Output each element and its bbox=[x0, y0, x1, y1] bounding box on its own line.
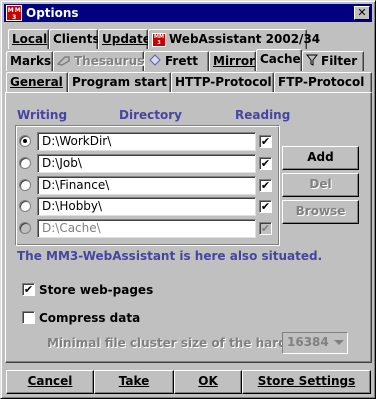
tab-marks[interactable]: Marks bbox=[6, 51, 53, 71]
directory-header: Directory bbox=[119, 108, 182, 122]
tab-label: Clients bbox=[53, 32, 100, 46]
tab-program-start[interactable]: Program start bbox=[68, 72, 171, 92]
store-settings-label: Store Settings bbox=[257, 374, 356, 388]
frett-icon bbox=[148, 53, 162, 71]
tab-ftp-protocol[interactable]: FTP-Protocol bbox=[274, 72, 372, 92]
tab-thesaurus[interactable]: Thesaurus bbox=[53, 51, 144, 71]
chevron-down-icon bbox=[334, 340, 344, 345]
close-button[interactable]: ✕ bbox=[354, 6, 370, 20]
tab-label: Thesaurus bbox=[74, 54, 145, 68]
reading-checkbox[interactable]: ✔ bbox=[259, 179, 272, 192]
tab-http-protocol[interactable]: HTTP-Protocol bbox=[171, 72, 274, 92]
directory-row: D:\Finance\ ✔ bbox=[16, 176, 281, 196]
directory-row: D:\Cache\ ✔ bbox=[16, 219, 281, 239]
directory-row: D:\WorkDir\ ✔ bbox=[16, 132, 281, 152]
ok-label: OK bbox=[198, 374, 218, 388]
thesaurus-icon bbox=[56, 53, 71, 71]
tab-label: Mirror bbox=[213, 54, 256, 68]
tab-frett[interactable]: Frett bbox=[144, 51, 209, 71]
tab-label: WebAssistant 2002/34 bbox=[169, 32, 321, 46]
title-bar[interactable]: M M3 Options ✕ bbox=[4, 4, 372, 22]
writing-radio[interactable] bbox=[19, 135, 31, 147]
tab-label: Local bbox=[12, 32, 48, 46]
tab-local[interactable]: Local bbox=[8, 29, 49, 49]
directory-field[interactable]: D:\Job\ bbox=[37, 154, 256, 173]
take-button[interactable]: Take bbox=[94, 370, 174, 394]
tab-label: Program start bbox=[72, 75, 167, 89]
tab-general[interactable]: General bbox=[6, 72, 68, 92]
app-icon: M M3 bbox=[6, 5, 22, 21]
writing-radio[interactable] bbox=[19, 179, 31, 191]
store-web-pages-label[interactable]: Store web-pages bbox=[39, 283, 153, 297]
tab-label: Filter bbox=[321, 54, 358, 68]
tab-mirror[interactable]: Mirror bbox=[209, 51, 256, 71]
browse-button[interactable]: Browse bbox=[282, 200, 359, 224]
tab-filter[interactable]: Filter bbox=[302, 51, 364, 71]
reading-checkbox[interactable]: ✔ bbox=[259, 200, 272, 213]
directory-field[interactable]: D:\Cache\ bbox=[37, 219, 256, 238]
options-dialog: M M3 Options ✕ Local Clients Update MM 3 W… bbox=[0, 0, 376, 399]
cancel-label: Cancel bbox=[27, 374, 73, 388]
reading-checkbox[interactable]: ✔ bbox=[259, 135, 272, 148]
tab-label: HTTP-Protocol bbox=[175, 75, 272, 89]
add-button[interactable]: Add bbox=[282, 146, 359, 170]
tab-label: FTP-Protocol bbox=[278, 75, 365, 89]
tab-webassistant[interactable]: MM 3 WebAssistant 2002/34 bbox=[148, 29, 320, 49]
info-text: The MM3-WebAssistant is here also situat… bbox=[17, 249, 323, 263]
del-button[interactable]: Del bbox=[282, 173, 359, 197]
take-label: Take bbox=[118, 374, 150, 388]
ok-button[interactable]: OK bbox=[174, 370, 242, 394]
close-icon: ✕ bbox=[357, 6, 367, 19]
tab-cache[interactable]: Cache bbox=[256, 49, 302, 71]
directory-row: D:\Hobby\ ✔ bbox=[16, 197, 281, 217]
funnel-icon bbox=[305, 53, 319, 71]
tab-label: General bbox=[10, 75, 63, 89]
writing-radio[interactable] bbox=[19, 157, 31, 169]
cancel-button[interactable]: Cancel bbox=[6, 370, 94, 394]
store-settings-button[interactable]: Store Settings bbox=[242, 370, 371, 394]
tab-update[interactable]: Update bbox=[98, 29, 151, 49]
tab-label: Update bbox=[102, 32, 151, 46]
cluster-size-select[interactable]: 16384 bbox=[282, 332, 348, 354]
reading-header: Reading bbox=[235, 108, 291, 122]
tab-label: Cache bbox=[260, 52, 301, 66]
directory-row: D:\Job\ ✔ bbox=[16, 154, 281, 174]
store-web-pages-checkbox[interactable]: ✔ bbox=[22, 283, 35, 296]
writing-radio[interactable] bbox=[19, 222, 31, 234]
directory-field[interactable]: D:\WorkDir\ bbox=[37, 132, 256, 151]
window-title: Options bbox=[26, 6, 79, 20]
writing-radio[interactable] bbox=[19, 200, 31, 212]
directory-field[interactable]: D:\Hobby\ bbox=[37, 197, 256, 216]
writing-header: Writing bbox=[17, 108, 68, 122]
tab-label: Frett bbox=[165, 54, 198, 68]
reading-checkbox[interactable]: ✔ bbox=[259, 222, 272, 235]
tab-clients[interactable]: Clients bbox=[49, 29, 100, 49]
cluster-size-value: 16384 bbox=[287, 335, 329, 349]
directory-list: D:\WorkDir\ ✔ D:\Job\ ✔ D:\Finance\ ✔ D:… bbox=[15, 125, 280, 246]
compress-data-label[interactable]: Compress data bbox=[39, 311, 140, 325]
directory-field[interactable]: D:\Finance\ bbox=[37, 176, 256, 195]
compress-data-checkbox[interactable] bbox=[22, 311, 35, 324]
webassistant-icon: MM 3 bbox=[152, 32, 166, 47]
reading-checkbox[interactable]: ✔ bbox=[259, 157, 272, 170]
tab-label: Marks bbox=[10, 54, 52, 68]
